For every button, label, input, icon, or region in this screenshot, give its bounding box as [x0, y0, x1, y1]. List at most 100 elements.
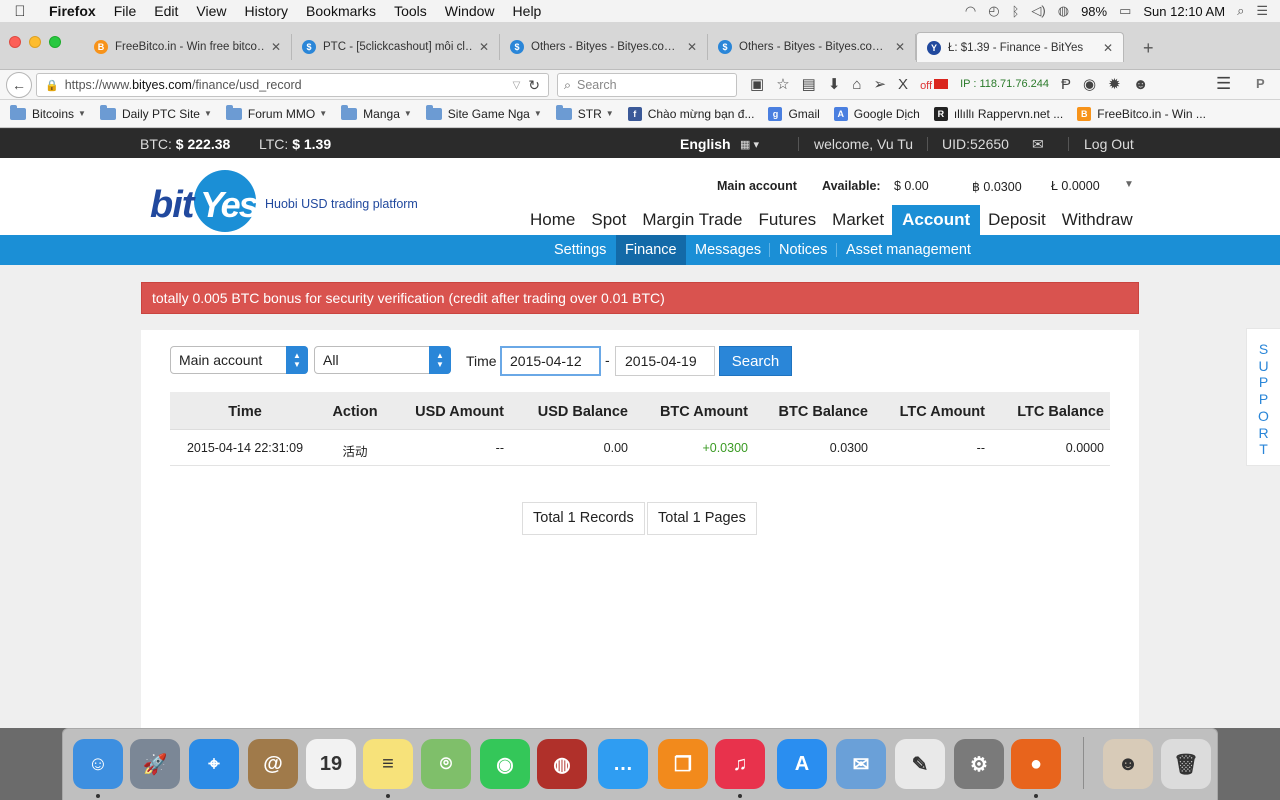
- menu-help[interactable]: Help: [504, 3, 551, 19]
- app-store-icon[interactable]: A: [777, 739, 827, 789]
- bookmark-folder[interactable]: Daily PTC Site ▼: [99, 104, 212, 121]
- trash-icon[interactable]: 🗑: [1161, 739, 1211, 789]
- bookmark-link[interactable]: g Gmail: [768, 106, 820, 121]
- finder-icon[interactable]: ☺: [73, 739, 123, 789]
- subnav-notices[interactable]: Notices: [770, 235, 836, 265]
- minimize-window-button[interactable]: [29, 36, 41, 48]
- itunes-icon[interactable]: ♫: [715, 739, 765, 789]
- firefox-icon[interactable]: ●: [1011, 739, 1061, 789]
- back-button[interactable]: ←: [6, 72, 32, 98]
- close-tab-icon[interactable]: ✕: [479, 40, 489, 54]
- bookmark-folder[interactable]: Forum MMO ▼: [225, 104, 327, 121]
- wifi-icon[interactable]: ◠: [965, 3, 976, 19]
- proxy-off-label[interactable]: off: [920, 80, 932, 92]
- browser-tab[interactable]: $ Others - Bityes - Bityes.co… ✕: [500, 34, 708, 60]
- bookmark-folder[interactable]: Site Game Nga ▼: [425, 104, 542, 121]
- action-select[interactable]: All ▲ ▼: [314, 346, 451, 374]
- nav-market[interactable]: Market: [824, 205, 892, 235]
- addon-p-icon[interactable]: Ᵽ: [1061, 76, 1071, 93]
- addon-circle-icon[interactable]: ◉: [1083, 75, 1096, 93]
- mail-icon[interactable]: ✉: [836, 739, 886, 789]
- messages-icon[interactable]: …: [598, 739, 648, 789]
- nav-deposit[interactable]: Deposit: [980, 205, 1054, 235]
- close-tab-icon[interactable]: ✕: [687, 40, 697, 54]
- reload-icon[interactable]: ↻: [528, 77, 540, 94]
- user-photo-icon[interactable]: ☻: [1103, 739, 1153, 789]
- apple-icon[interactable]: : [0, 3, 40, 20]
- nav-withdraw[interactable]: Withdraw: [1054, 205, 1141, 235]
- browser-tab[interactable]: B FreeBitco.in - Win free bitco… ✕: [84, 34, 292, 60]
- account-select[interactable]: Main account ▲ ▼: [170, 346, 308, 374]
- menu-window[interactable]: Window: [436, 3, 504, 19]
- bookmark-star-icon[interactable]: ☆: [776, 75, 789, 93]
- site-info-icon[interactable]: 🔒: [45, 79, 59, 92]
- logout-link[interactable]: Log Out: [1084, 136, 1134, 152]
- bookmark-folder[interactable]: STR ▼: [555, 104, 614, 121]
- textedit-icon[interactable]: ✎: [895, 739, 945, 789]
- date-to-input[interactable]: 2015-04-19: [615, 346, 715, 376]
- subnav-asset-management[interactable]: Asset management: [837, 235, 980, 265]
- zoom-window-button[interactable]: [49, 36, 61, 48]
- bookmark-link[interactable]: A Google Dịch: [833, 106, 920, 121]
- nav-margin-trade[interactable]: Margin Trade: [634, 205, 750, 235]
- reading-list-icon[interactable]: ▤: [802, 75, 816, 93]
- bookmark-folder[interactable]: Manga ▼: [341, 104, 412, 121]
- spotlight-icon[interactable]: ⌕: [1237, 3, 1244, 19]
- clock[interactable]: Sun 12:10 AM: [1143, 4, 1225, 19]
- volume-icon[interactable]: ◁): [1031, 3, 1045, 19]
- extension-icon[interactable]: ▣: [750, 75, 764, 93]
- facetime-icon[interactable]: ◉: [480, 739, 530, 789]
- time-machine-icon[interactable]: ◴: [988, 3, 999, 19]
- system-preferences-icon[interactable]: ⚙: [954, 739, 1004, 789]
- account-dropdown-icon[interactable]: ▼: [1124, 179, 1134, 190]
- menu-file[interactable]: File: [105, 3, 146, 19]
- bookmark-link[interactable]: Rıllıllı Rappervn.net ...: [933, 106, 1063, 121]
- subnav-finance[interactable]: Finance: [616, 235, 686, 265]
- download-icon[interactable]: ⬇: [828, 75, 841, 93]
- notification-center-icon[interactable]: ☰: [1256, 3, 1268, 19]
- subnav-settings[interactable]: Settings: [545, 235, 615, 265]
- home-icon[interactable]: ⌂: [852, 76, 861, 93]
- nav-account[interactable]: Account: [892, 205, 981, 235]
- notes-icon[interactable]: ≡: [363, 739, 413, 789]
- photo-booth-icon[interactable]: ◍: [537, 739, 587, 789]
- menu-edit[interactable]: Edit: [145, 3, 187, 19]
- maps-icon[interactable]: ⌾: [421, 739, 471, 789]
- close-tab-icon[interactable]: ✕: [271, 40, 281, 54]
- menu-app-name[interactable]: Firefox: [40, 3, 105, 19]
- language-selector[interactable]: English: [680, 136, 731, 152]
- contacts-icon[interactable]: @: [248, 739, 298, 789]
- send-icon[interactable]: ➢: [873, 75, 886, 93]
- menu-bookmarks[interactable]: Bookmarks: [297, 3, 385, 19]
- menu-history[interactable]: History: [235, 3, 297, 19]
- bookmark-link[interactable]: B FreeBitco.in - Win ...: [1077, 106, 1206, 121]
- new-tab-button[interactable]: +: [1143, 38, 1154, 59]
- calendar-icon[interactable]: 19: [306, 739, 356, 789]
- bookmark-folder[interactable]: Bitcoins ▼: [10, 104, 86, 121]
- url-dropdown-icon[interactable]: ▽: [513, 80, 521, 91]
- pocket-icon[interactable]: P: [1256, 76, 1265, 91]
- addon-gear-icon[interactable]: ✹: [1108, 75, 1121, 93]
- browser-tab[interactable]: $ PTC - [5clickcashout] mỗi cl… ✕: [292, 34, 500, 60]
- addon-face-icon[interactable]: ☻: [1133, 76, 1149, 93]
- bluetooth-icon[interactable]: ᛒ: [1012, 4, 1020, 19]
- ibooks-icon[interactable]: ❐: [658, 739, 708, 789]
- menu-view[interactable]: View: [187, 3, 235, 19]
- bookmark-link[interactable]: f Chào mừng bạn đ...: [627, 106, 754, 121]
- search-button[interactable]: Search: [719, 346, 792, 376]
- close-tab-icon[interactable]: ✕: [1103, 41, 1113, 55]
- bityes-logo[interactable]: bit Yes: [150, 170, 260, 232]
- date-from-input[interactable]: 2015-04-12: [500, 346, 601, 376]
- close-tab-icon[interactable]: ✕: [895, 40, 905, 54]
- nav-futures[interactable]: Futures: [751, 205, 825, 235]
- menu-tools[interactable]: Tools: [385, 3, 436, 19]
- browser-search-box[interactable]: ⌕ Search: [557, 73, 737, 97]
- support-side-tab[interactable]: SUPPORT: [1246, 328, 1280, 466]
- close-window-button[interactable]: [9, 36, 21, 48]
- mail-icon[interactable]: ✉: [1032, 136, 1044, 153]
- subnav-messages[interactable]: Messages: [686, 235, 770, 265]
- safari-icon[interactable]: ⌖: [189, 739, 239, 789]
- battery-icon[interactable]: ▭: [1119, 3, 1131, 19]
- uk-flag-icon[interactable]: ▦ ▾: [740, 138, 759, 151]
- nav-home[interactable]: Home: [522, 205, 583, 235]
